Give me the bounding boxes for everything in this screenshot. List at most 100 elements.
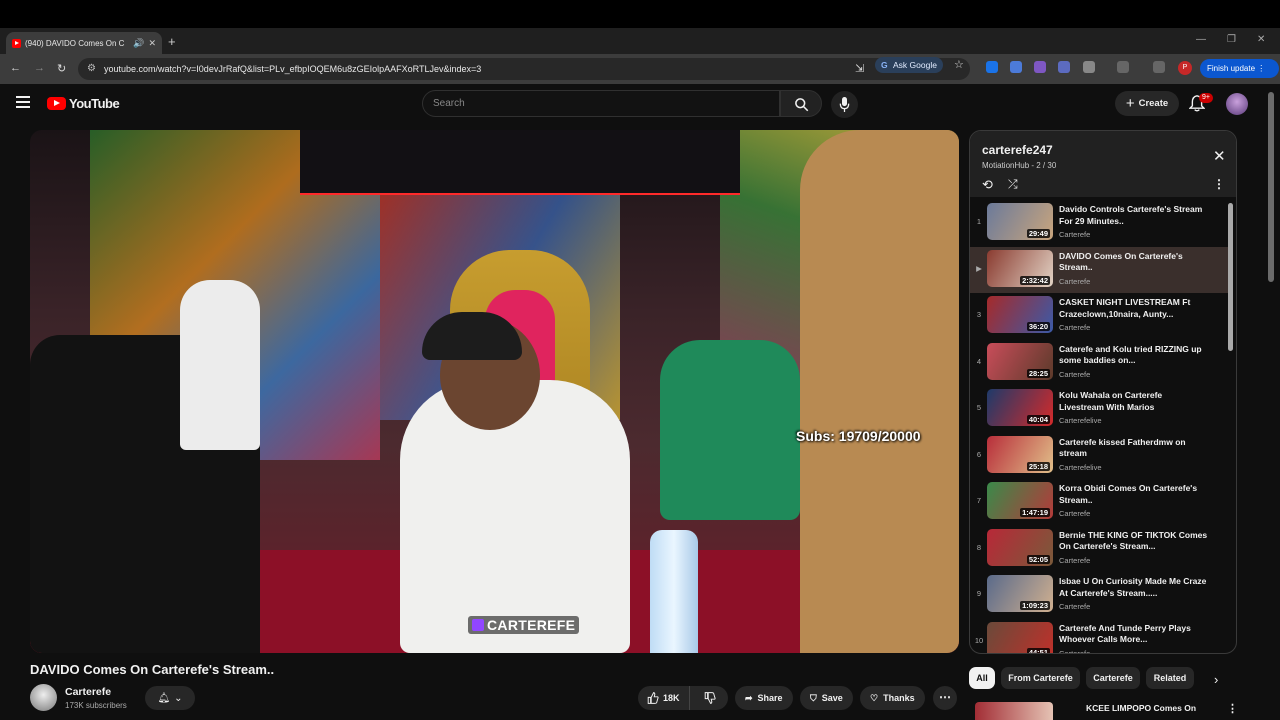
playlist-item-title[interactable]: Davido Controls Carterefe's Stream For 2… <box>1059 204 1209 227</box>
chip-related[interactable]: Related <box>1146 667 1194 689</box>
youtube-play-icon <box>47 97 66 110</box>
playlist-item-thumbnail[interactable]: 44:51 <box>987 621 1053 653</box>
page-scrollbar[interactable] <box>1268 92 1274 282</box>
hamburger-menu-icon[interactable] <box>16 96 30 108</box>
finish-update-button[interactable]: Finish update ⋮ <box>1200 59 1280 78</box>
playlist-item-thumbnail[interactable]: 1:47:19 <box>987 482 1053 519</box>
voice-search-button[interactable] <box>831 91 858 118</box>
playlist-title[interactable]: carterefe247 <box>982 143 1053 157</box>
playlist-item-thumbnail[interactable]: 40:04 <box>987 389 1053 426</box>
search-button[interactable] <box>780 90 822 117</box>
chip-all[interactable]: All <box>969 667 995 689</box>
playlist-item-title[interactable]: Kolu Wahala on Carterefe Livestream With… <box>1059 390 1209 413</box>
install-app-icon[interactable]: ⇲ <box>855 62 864 75</box>
playlist-header: carterefe247 MotiationHub - 2 / 30 ✕ ⟲ ⤮… <box>970 131 1236 197</box>
playlist-item-channel: Carterefe <box>1059 509 1091 518</box>
youtube-logo[interactable]: YouTube <box>47 96 120 111</box>
create-label: Create <box>1138 98 1169 109</box>
playlist-item-thumbnail[interactable]: 29:49 <box>987 203 1053 240</box>
save-button[interactable]: ⛉ Save <box>800 686 853 710</box>
minimize-icon[interactable]: — <box>1196 34 1206 45</box>
playlist-menu-icon[interactable]: ⋮ <box>1213 177 1225 191</box>
dislike-button[interactable] <box>695 686 725 710</box>
playlist-item[interactable]: 5 40:04 Kolu Wahala on Carterefe Livestrea… <box>970 386 1228 433</box>
playlist-item[interactable]: 3 36:20 CASKET NIGHT LIVESTREAM Ft Crazecl… <box>970 293 1228 340</box>
playlist-item-thumbnail[interactable]: 28:25 <box>987 342 1053 380</box>
extension-icon[interactable] <box>1034 61 1046 73</box>
playlist-item-thumbnail[interactable]: 2:32:42 <box>987 249 1053 287</box>
maximize-icon[interactable]: ❐ <box>1227 34 1236 45</box>
playlist-item-title[interactable]: Korra Obidi Comes On Carterefe's Stream.… <box>1059 483 1209 506</box>
loop-icon[interactable]: ⟲ <box>982 177 993 193</box>
chevron-down-icon: ⌄ <box>174 692 183 704</box>
playlist-item[interactable]: 7 1:47:19 Korra Obidi Comes On Carterefe's… <box>970 479 1228 526</box>
close-window-icon[interactable]: ✕ <box>1257 34 1265 45</box>
create-button[interactable]: + Create <box>1115 91 1179 116</box>
like-button[interactable]: 18K <box>638 686 690 710</box>
channel-name[interactable]: Carterefe <box>65 686 111 698</box>
forward-icon[interactable]: → <box>34 62 45 74</box>
extension-icon[interactable] <box>986 61 998 73</box>
playlist-item-title[interactable]: Carterefe kissed Fatherdmw on stream <box>1059 437 1209 460</box>
reload-icon[interactable]: ↻ <box>57 62 66 75</box>
ask-google-button[interactable]: Ask Google <box>875 57 943 73</box>
playlist-item[interactable]: 9 1:09:23 Isbae U On Curiosity Made Me Cra… <box>970 572 1228 619</box>
extensions-puzzle-icon[interactable] <box>1083 61 1095 73</box>
channel-watermark: CARTEREFE <box>468 616 580 634</box>
extension-icon[interactable] <box>1010 61 1022 73</box>
playlist-item-thumbnail[interactable]: 36:20 <box>987 296 1053 333</box>
super-thanks-icon: ♡ <box>870 692 879 703</box>
profile-avatar[interactable]: P <box>1178 61 1192 75</box>
share-button[interactable]: ➦ Share <box>735 686 793 710</box>
duration-badge: 1:09:23 <box>1020 601 1050 610</box>
bookmark-star-icon[interactable]: ☆ <box>954 58 964 71</box>
bookmark-icon: ⛉ <box>810 692 817 703</box>
close-tab-icon[interactable]: ✕ <box>148 38 156 49</box>
chip-from-carterefe[interactable]: From Carterefe <box>1001 667 1080 689</box>
recommended-video[interactable]: KCEE LIMPOPO Comes On ⋮ <box>969 700 1249 720</box>
video-player[interactable]: Subs: 19709/20000 CARTEREFE <box>30 130 959 653</box>
browser-tab[interactable]: (940) DAVIDO Comes On C 🔊 ✕ <box>6 32 162 54</box>
playlist-item[interactable]: 4 28:25 Caterefe and Kolu tried RIZZING up… <box>970 340 1228 387</box>
subscribed-bell-button[interactable]: 🔔︎ ⌄ <box>145 686 195 710</box>
new-tab-button[interactable]: + <box>168 34 176 49</box>
playlist-item-channel: Carterefelive <box>1059 462 1102 472</box>
chip-carterefe[interactable]: Carterefe <box>1086 667 1140 689</box>
playlist-item-title[interactable]: Bernie THE KING OF TIKTOK Comes On Carte… <box>1059 530 1209 553</box>
back-icon[interactable]: ← <box>10 62 21 74</box>
thumbs-up-icon <box>647 692 659 704</box>
playlist-item-channel: Carterefe <box>1059 323 1091 332</box>
more-vert-icon[interactable]: ⋮ <box>1227 702 1238 715</box>
thanks-button[interactable]: ♡ Thanks <box>860 686 925 710</box>
playlist-item-title[interactable]: Isbae U On Curiosity Made Me Craze At Ca… <box>1059 576 1209 599</box>
site-info-icon[interactable]: ⚙ <box>87 63 96 74</box>
more-actions-icon[interactable]: ⋯ <box>933 686 957 710</box>
playlist-item-thumbnail[interactable]: 52:05 <box>987 528 1053 566</box>
playlist-item[interactable]: 1 29:49 Davido Controls Carterefe's Stream… <box>970 200 1228 247</box>
close-playlist-icon[interactable]: ✕ <box>1213 147 1226 165</box>
omnibox[interactable]: ⚙ youtube.com/watch?v=I0devJrRafQ&list=P… <box>78 58 970 80</box>
playlist-item-title[interactable]: Caterefe and Kolu tried RIZZING up some … <box>1059 344 1209 367</box>
channel-avatar[interactable] <box>30 684 57 711</box>
chevron-right-icon[interactable]: › <box>1214 672 1218 687</box>
playlist-item[interactable]: 8 52:05 Bernie THE KING OF TIKTOK Comes On… <box>970 526 1228 573</box>
playlist-item-title[interactable]: Carterefe And Tunde Perry Plays Whoever … <box>1059 623 1209 646</box>
playlist-item[interactable]: 10 44:51 Carterefe And Tunde Perry Plays W… <box>970 619 1228 653</box>
shuffle-icon[interactable]: ⤮ <box>1008 177 1018 192</box>
playlist-item[interactable]: ▶ 2:32:42 DAVIDO Comes On Carterefe's Stre… <box>970 246 1228 293</box>
account-avatar[interactable] <box>1226 93 1248 115</box>
recommended-title[interactable]: KCEE LIMPOPO Comes On <box>1086 703 1196 713</box>
reading-list-icon[interactable] <box>1153 61 1165 73</box>
speaker-icon[interactable]: 🔊 <box>133 38 144 49</box>
playlist-item-thumbnail[interactable]: 25:18 <box>987 435 1053 473</box>
extension-icon[interactable] <box>1058 61 1070 73</box>
playlist-item-index: 8 <box>976 542 982 552</box>
playlist-item[interactable]: 6 25:18 Carterefe kissed Fatherdmw on stre… <box>970 433 1228 480</box>
search-input[interactable]: Search <box>422 90 780 117</box>
recommended-thumbnail[interactable] <box>975 702 1053 720</box>
playlist-item-thumbnail[interactable]: 1:09:23 <box>987 575 1053 612</box>
playlist-scrollbar[interactable] <box>1228 203 1233 351</box>
tab-search-icon[interactable] <box>1117 61 1129 73</box>
playlist-item-title[interactable]: DAVIDO Comes On Carterefe's Stream.. <box>1059 251 1209 274</box>
playlist-item-title[interactable]: CASKET NIGHT LIVESTREAM Ft Crazeclown,10… <box>1059 297 1209 320</box>
